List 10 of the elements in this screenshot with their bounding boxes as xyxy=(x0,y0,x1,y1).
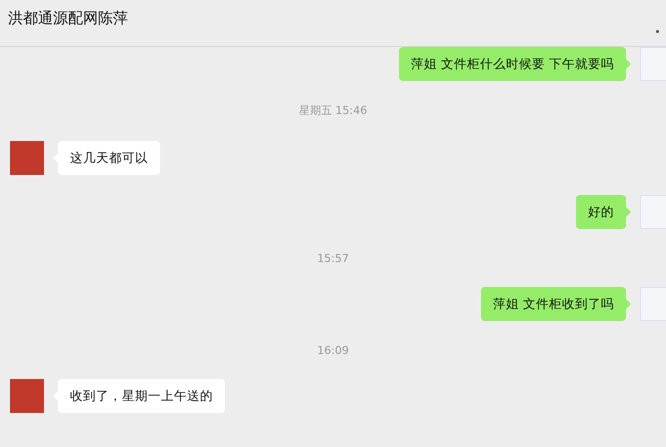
avatar-image[interactable] xyxy=(10,141,44,175)
timestamp: 16:09 xyxy=(317,343,349,359)
timestamp: 星期五 15:46 xyxy=(298,103,368,119)
avatar-image[interactable] xyxy=(640,47,666,81)
timestamp: 15:57 xyxy=(317,251,349,267)
avatar-image[interactable] xyxy=(640,195,666,229)
avatar-image[interactable] xyxy=(640,287,666,321)
more-icon[interactable] xyxy=(656,30,659,33)
chat-title: 洪都通源配网陈萍 xyxy=(8,8,128,28)
avatar-image[interactable] xyxy=(10,379,44,413)
